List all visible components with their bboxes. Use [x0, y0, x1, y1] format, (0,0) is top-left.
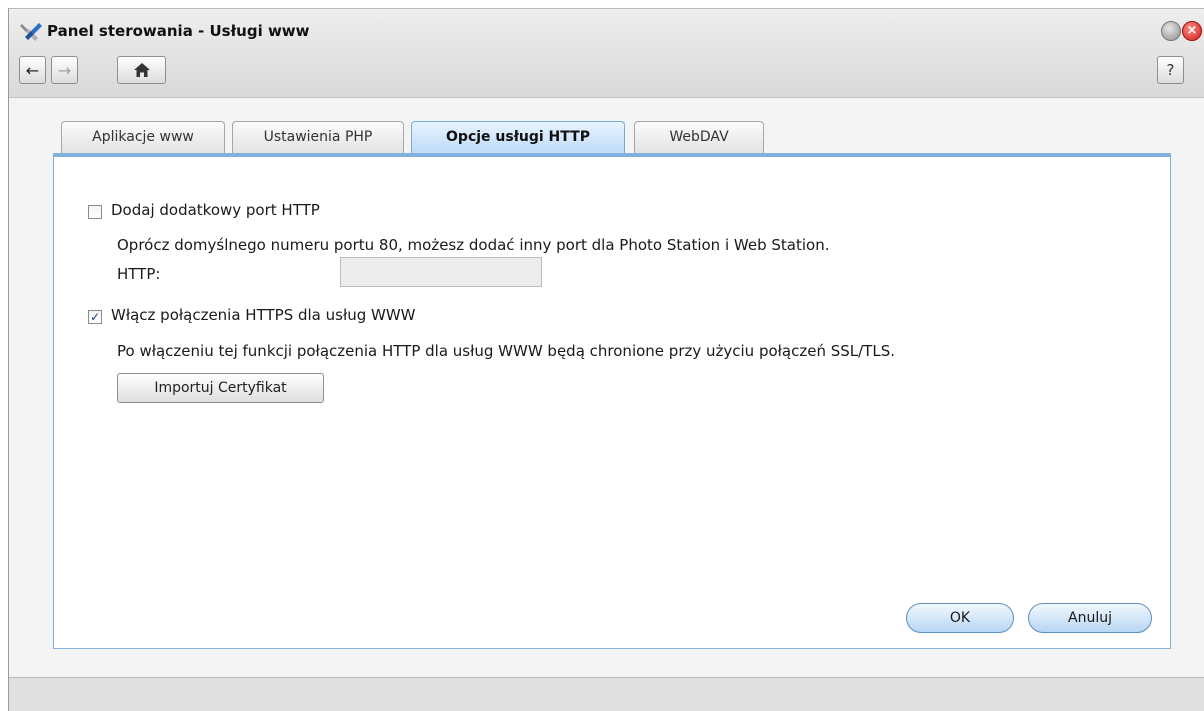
back-button[interactable]: ←	[19, 56, 46, 84]
arrow-right-icon: →	[57, 60, 72, 80]
tab-webdav[interactable]: WebDAV	[634, 121, 764, 153]
extra-http-port-label: Dodaj dodatkowy port HTTP	[111, 201, 320, 219]
settings-panel: Dodaj dodatkowy port HTTP Oprócz domyśln…	[53, 153, 1171, 649]
title-bar: Panel sterowania - Usługi www × ← → ?	[9, 9, 1204, 98]
extra-http-port-checkbox[interactable]	[88, 205, 102, 219]
cancel-button[interactable]: Anuluj	[1028, 603, 1152, 633]
tab-ustawienia-php[interactable]: Ustawienia PHP	[232, 121, 404, 153]
panel-divider	[54, 154, 1170, 157]
status-bar	[9, 677, 1204, 711]
control-panel-window: Panel sterowania - Usługi www × ← → ? Ap…	[8, 8, 1204, 711]
minimize-icon[interactable]	[1161, 21, 1181, 41]
extra-http-port-description: Oprócz domyślnego numeru portu 80, możes…	[117, 236, 830, 254]
forward-button[interactable]: →	[51, 56, 78, 84]
checkmark-icon: ✓	[89, 310, 101, 324]
home-button[interactable]	[117, 56, 166, 84]
enable-https-checkbox[interactable]: ✓	[88, 310, 102, 324]
control-panel-icon	[20, 23, 42, 41]
http-port-label: HTTP:	[117, 265, 161, 283]
import-certificate-button[interactable]: Importuj Certyfikat	[117, 373, 324, 403]
window-title: Panel sterowania - Usługi www	[47, 22, 310, 40]
enable-https-description: Po włączeniu tej funkcji połączenia HTTP…	[117, 342, 895, 360]
http-port-input[interactable]	[340, 257, 542, 287]
tab-aplikacje-www[interactable]: Aplikacje www	[61, 121, 225, 153]
enable-https-label: Włącz połączenia HTTPS dla usług WWW	[111, 306, 416, 324]
close-icon[interactable]: ×	[1182, 21, 1202, 41]
ok-button[interactable]: OK	[906, 603, 1014, 633]
home-icon	[133, 63, 150, 77]
help-button[interactable]: ?	[1157, 56, 1184, 84]
tab-opcje-uslugi-http[interactable]: Opcje usługi HTTP	[411, 121, 625, 155]
arrow-left-icon: ←	[25, 60, 40, 80]
